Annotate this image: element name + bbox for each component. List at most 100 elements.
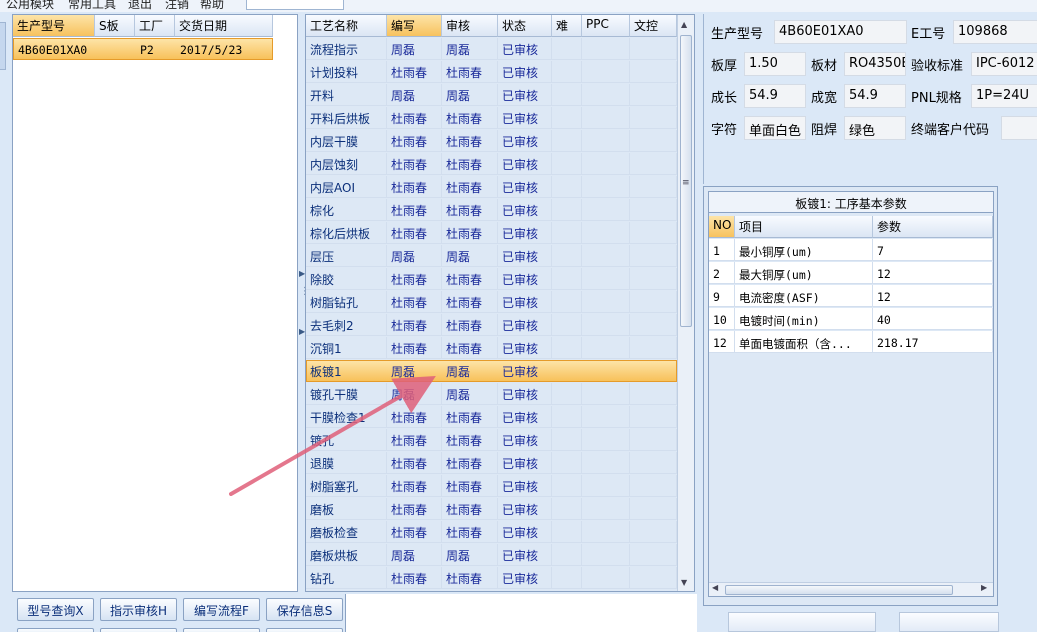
cell-process-name: 干膜检查1 [306, 406, 387, 428]
menu-common-tools[interactable]: 常用工具 [68, 0, 116, 12]
cell-status: 已审核 [498, 406, 552, 428]
more-button[interactable] [100, 628, 177, 632]
solder-mask-field[interactable]: 绿色 [844, 116, 906, 140]
collapse-tab[interactable] [0, 22, 6, 70]
cell-doc-control [630, 38, 677, 60]
cell-doc-control [630, 61, 677, 83]
params-hscrollbar[interactable]: ◀ ▶ [709, 582, 993, 596]
cell-difficulty [552, 521, 582, 543]
cell-process-name: 沉铜1 [306, 337, 387, 359]
cell-status: 已审核 [498, 176, 552, 198]
col-header-factory[interactable]: 工厂 [135, 15, 175, 37]
col-header-difficulty[interactable]: 难 [552, 15, 582, 37]
col-header-doc-control[interactable]: 文控 [630, 15, 677, 37]
cell-ppc [582, 153, 630, 175]
cell-process-name: 树脂钻孔 [306, 291, 387, 313]
cell-process-name: 棕化 [306, 199, 387, 221]
length-field[interactable]: 54.9 [744, 84, 806, 108]
cell-ppc [582, 176, 630, 198]
cell-difficulty [552, 360, 582, 382]
cell-reviewer: 周磊 [442, 544, 498, 566]
cell-author: 周磊 [391, 365, 416, 379]
cell-author: 周磊 [387, 544, 442, 566]
chevron-left-icon[interactable]: ◀ [712, 583, 718, 592]
model-field[interactable]: 4B60E01XA0 [774, 20, 907, 44]
thickness-field[interactable]: 1.50 [744, 52, 806, 76]
cell-reviewer: 杜雨春 [442, 199, 498, 221]
material-field[interactable]: RO4350B [844, 52, 906, 76]
menu-logout[interactable]: 注销 [165, 0, 189, 12]
cell-ppc [582, 84, 630, 106]
chevron-down-icon[interactable]: ▼ [681, 578, 687, 587]
menu-help[interactable]: 帮助 [200, 0, 224, 12]
cell-ppc [582, 130, 630, 152]
cell-status: 已审核 [498, 245, 552, 267]
col-header-no[interactable]: NO [709, 216, 735, 238]
cell-no: 2 [709, 262, 735, 284]
standard-label: 验收标准 [911, 59, 964, 74]
cell-doc-control [630, 130, 677, 152]
cell-model: 4B60E01XA0 [18, 43, 88, 57]
cell-status: 已审核 [498, 337, 552, 359]
more-button[interactable] [266, 628, 343, 632]
cell-reviewer: 杜雨春 [442, 337, 498, 359]
cell-reviewer: 杜雨春 [442, 176, 498, 198]
col-header-delivery-date[interactable]: 交货日期 [175, 15, 273, 37]
instruction-review-button[interactable]: 指示审核H [100, 598, 177, 621]
chevron-up-icon[interactable]: ▲ [681, 20, 687, 29]
edit-flow-button[interactable]: 编写流程F [183, 598, 260, 621]
chevron-right-icon[interactable]: ▶ [981, 583, 987, 592]
customer-code-field[interactable] [1001, 116, 1037, 140]
scroll-thumb[interactable] [725, 585, 953, 595]
col-header-process-name[interactable]: 工艺名称 [306, 15, 387, 37]
col-header-model[interactable]: 生产型号 [13, 15, 95, 37]
cell-status: 已审核 [498, 314, 552, 336]
col-header-author[interactable]: 编写 [387, 15, 442, 37]
cell-doc-control [630, 153, 677, 175]
cell-author: 杜雨春 [387, 314, 442, 336]
col-header-reviewer[interactable]: 审核 [442, 15, 498, 37]
col-header-param[interactable]: 参数 [873, 216, 993, 238]
table-row[interactable]: 4B60E01XA0 P2 2017/5/23 [13, 38, 273, 60]
col-header-status[interactable]: 状态 [498, 15, 552, 37]
character-field[interactable]: 单面白色 [744, 116, 806, 140]
cell-author: 杜雨春 [387, 61, 442, 83]
col-header-ppc[interactable]: PPC [582, 15, 630, 37]
more-button[interactable] [183, 628, 260, 632]
cell-ppc [582, 360, 630, 382]
cell-difficulty [552, 383, 582, 405]
cell-param: 12 [873, 285, 993, 307]
standard-field[interactable]: IPC-6012 [971, 52, 1037, 76]
cell-doc-control [630, 199, 677, 221]
cell-reviewer: 杜雨春 [442, 107, 498, 129]
col-header-s-board[interactable]: S板 [95, 15, 135, 37]
pnl-field[interactable]: 1P=24U [971, 84, 1037, 108]
bottom-blank-panel [345, 594, 697, 632]
width-field[interactable]: 54.9 [844, 84, 906, 108]
menu-search-box[interactable] [246, 0, 344, 10]
cell-doc-control [630, 268, 677, 290]
cell-difficulty [552, 222, 582, 244]
cell-process-name: 开料 [306, 84, 387, 106]
cell-process-name: 层压 [306, 245, 387, 267]
cell-ppc [582, 521, 630, 543]
cell-status: 已审核 [498, 498, 552, 520]
cell-difficulty [552, 130, 582, 152]
cell-s-board [96, 39, 136, 61]
cell-difficulty [552, 107, 582, 129]
process-params-panel: 板镀1: 工序基本参数 NO 项目 参数 1 最小铜厚(um) 7 2 最大铜厚(um)… [703, 186, 998, 606]
process-grid-scrollbar[interactable]: ▲ ≡ ▼ [677, 15, 694, 591]
cell-doc-control [630, 521, 677, 543]
cell-doc-control [630, 498, 677, 520]
cell-reviewer: 杜雨春 [442, 567, 498, 589]
model-query-button[interactable]: 型号查询X [17, 598, 94, 621]
menu-exit[interactable]: 退出 [128, 0, 152, 12]
cell-process-name: 磨板检查 [306, 521, 387, 543]
e-number-field[interactable]: 109868 [953, 20, 1037, 44]
cell-process-name: 内层蚀刻 [306, 153, 387, 175]
more-button[interactable] [17, 628, 94, 632]
cell-process-name: 计划投料 [306, 61, 387, 83]
col-header-item[interactable]: 项目 [735, 216, 873, 238]
menu-public-module[interactable]: 公用模块 [6, 0, 54, 12]
save-info-button[interactable]: 保存信息S [266, 598, 343, 621]
